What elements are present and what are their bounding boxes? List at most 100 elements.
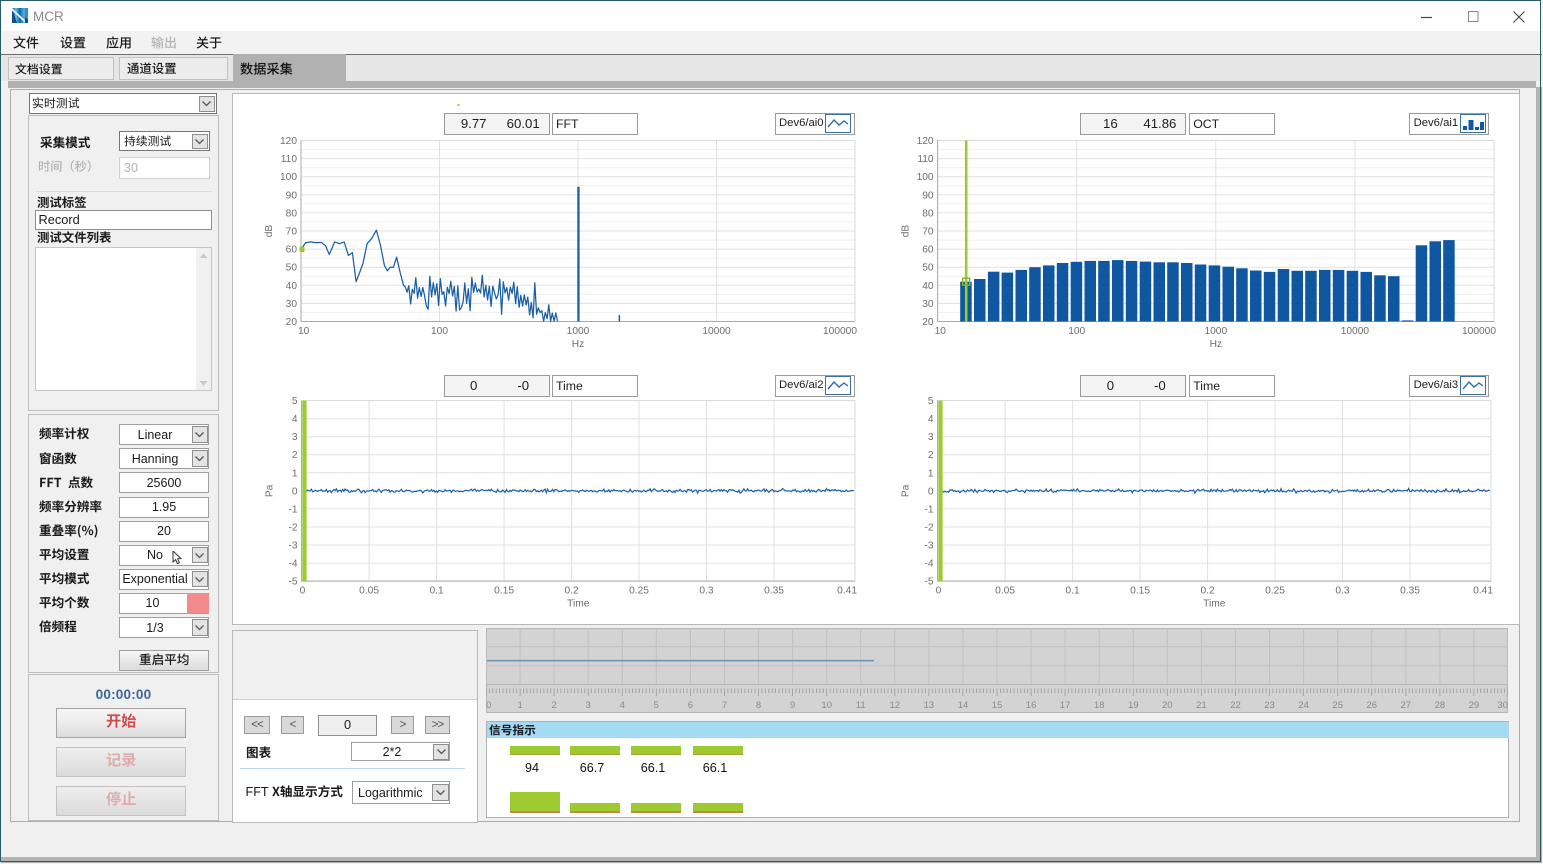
svg-text:90: 90 <box>286 190 298 201</box>
svg-text:6: 6 <box>688 700 693 711</box>
svg-text:-2: -2 <box>925 523 934 534</box>
svg-text:40: 40 <box>286 281 298 292</box>
svg-text:110: 110 <box>281 154 298 165</box>
svg-text:Pa: Pa <box>265 484 276 497</box>
svg-text:3: 3 <box>928 432 934 443</box>
svg-text:0: 0 <box>928 486 934 497</box>
svg-text:23: 23 <box>1264 700 1275 711</box>
svg-text:0.05: 0.05 <box>995 586 1015 597</box>
svg-text:28: 28 <box>1435 700 1446 711</box>
svg-text:90: 90 <box>922 190 934 201</box>
svg-text:100: 100 <box>280 172 297 183</box>
svg-text:0: 0 <box>486 700 491 711</box>
svg-text:1: 1 <box>928 468 934 479</box>
svg-text:3: 3 <box>292 432 298 443</box>
svg-text:1000: 1000 <box>567 326 590 337</box>
svg-text:5: 5 <box>654 700 659 711</box>
svg-text:110: 110 <box>917 154 934 165</box>
svg-text:0.1: 0.1 <box>1066 586 1080 597</box>
svg-text:4: 4 <box>620 700 625 711</box>
svg-text:0.3: 0.3 <box>1335 586 1349 597</box>
svg-text:26: 26 <box>1366 700 1377 711</box>
svg-text:29: 29 <box>1469 700 1480 711</box>
svg-text:-5: -5 <box>289 577 298 588</box>
svg-text:0: 0 <box>300 586 306 597</box>
svg-text:18: 18 <box>1094 700 1105 711</box>
svg-text:0.35: 0.35 <box>1400 586 1420 597</box>
svg-text:16: 16 <box>1026 700 1037 711</box>
svg-text:50: 50 <box>286 263 298 274</box>
svg-text:10000: 10000 <box>1341 326 1370 337</box>
svg-text:-2: -2 <box>289 523 298 534</box>
svg-text:Hz: Hz <box>572 339 584 350</box>
svg-text:5: 5 <box>292 396 298 407</box>
svg-text:4: 4 <box>928 414 934 425</box>
svg-text:9: 9 <box>790 700 795 711</box>
svg-text:Pa: Pa <box>901 484 912 497</box>
svg-text:0.15: 0.15 <box>494 586 514 597</box>
svg-text:Hz: Hz <box>1210 339 1222 350</box>
svg-text:70: 70 <box>922 227 934 238</box>
svg-text:8: 8 <box>756 700 761 711</box>
svg-text:30: 30 <box>922 299 934 310</box>
svg-text:20: 20 <box>922 317 934 328</box>
svg-text:100: 100 <box>431 326 448 337</box>
svg-text:0.25: 0.25 <box>629 586 649 597</box>
svg-text:0: 0 <box>936 586 942 597</box>
svg-text:100000: 100000 <box>823 326 857 337</box>
svg-text:-4: -4 <box>289 559 298 570</box>
svg-text:120: 120 <box>280 136 297 147</box>
svg-text:0.35: 0.35 <box>764 586 784 597</box>
svg-text:1000: 1000 <box>1204 326 1227 337</box>
svg-text:19: 19 <box>1128 700 1139 711</box>
svg-text:0.1: 0.1 <box>430 586 444 597</box>
svg-text:Time: Time <box>1203 599 1226 610</box>
svg-text:40: 40 <box>922 281 934 292</box>
svg-text:0: 0 <box>292 486 298 497</box>
svg-text:13: 13 <box>924 700 935 711</box>
svg-text:0.41: 0.41 <box>1473 586 1493 597</box>
svg-text:30: 30 <box>1497 700 1508 711</box>
svg-text:10000: 10000 <box>702 326 731 337</box>
svg-text:2: 2 <box>292 450 298 461</box>
svg-text:27: 27 <box>1401 700 1412 711</box>
svg-text:24: 24 <box>1298 700 1309 711</box>
svg-text:-1: -1 <box>925 504 934 515</box>
svg-text:80: 80 <box>286 208 298 219</box>
svg-text:0.3: 0.3 <box>699 586 713 597</box>
svg-text:10: 10 <box>935 326 947 337</box>
svg-text:0.05: 0.05 <box>359 586 379 597</box>
svg-text:100000: 100000 <box>1462 326 1496 337</box>
svg-text:12: 12 <box>890 700 901 711</box>
svg-text:60: 60 <box>286 245 298 256</box>
svg-text:20: 20 <box>1162 700 1173 711</box>
svg-text:7: 7 <box>722 700 727 711</box>
svg-text:-4: -4 <box>925 559 934 570</box>
svg-text:20: 20 <box>286 317 298 328</box>
svg-text:100: 100 <box>917 172 934 183</box>
svg-text:25: 25 <box>1332 700 1343 711</box>
svg-text:3: 3 <box>586 700 591 711</box>
svg-text:-3: -3 <box>925 541 934 552</box>
svg-text:-3: -3 <box>289 541 298 552</box>
svg-text:0.25: 0.25 <box>1265 586 1285 597</box>
svg-text:0.15: 0.15 <box>1130 586 1150 597</box>
svg-text:22: 22 <box>1230 700 1241 711</box>
svg-text:-1: -1 <box>289 504 298 515</box>
svg-text:-5: -5 <box>925 577 934 588</box>
svg-text:0.41: 0.41 <box>837 586 857 597</box>
svg-text:11: 11 <box>856 700 866 711</box>
svg-text:10: 10 <box>298 326 310 337</box>
svg-text:30: 30 <box>286 299 298 310</box>
svg-text:10: 10 <box>821 700 832 711</box>
svg-text:80: 80 <box>922 208 934 219</box>
svg-text:100: 100 <box>1068 326 1085 337</box>
svg-text:1: 1 <box>517 700 522 711</box>
svg-text:17: 17 <box>1060 700 1071 711</box>
svg-text:2: 2 <box>928 450 934 461</box>
svg-text:120: 120 <box>917 136 934 147</box>
svg-text:70: 70 <box>286 227 298 238</box>
svg-text:0.2: 0.2 <box>565 586 579 597</box>
svg-text:dB: dB <box>264 225 275 238</box>
svg-text:5: 5 <box>928 396 934 407</box>
